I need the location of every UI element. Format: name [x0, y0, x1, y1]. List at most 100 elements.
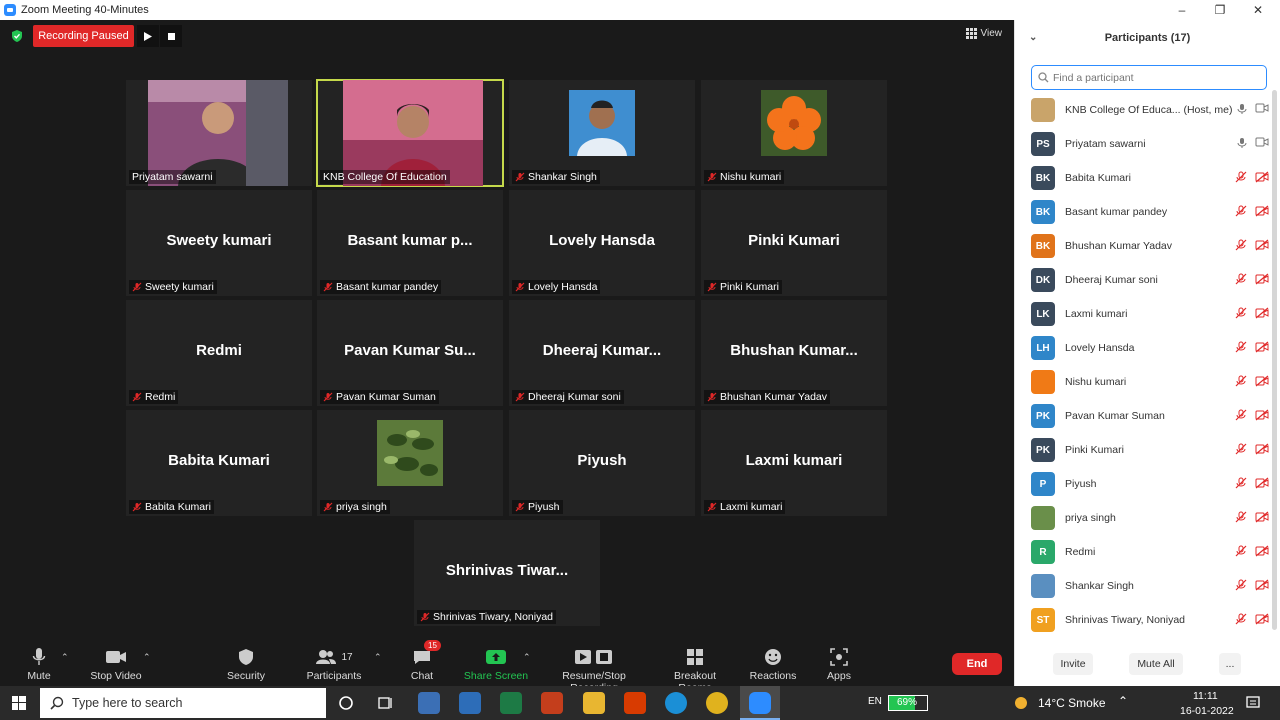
video-off-icon[interactable]: [1255, 341, 1269, 353]
video-off-icon[interactable]: [1255, 273, 1269, 285]
participant-tile[interactable]: Pinki Kumari Pinki Kumari: [701, 190, 887, 296]
cortana-icon[interactable]: [338, 695, 354, 711]
apps-button[interactable]: Apps: [822, 646, 856, 682]
participant-tile[interactable]: Sweety kumari Sweety kumari: [126, 190, 312, 296]
windows-start-icon[interactable]: [12, 696, 26, 710]
weather-text[interactable]: 14°C Smoke: [1038, 696, 1106, 710]
participants-options-caret[interactable]: ⌃: [374, 652, 382, 663]
participant-tile[interactable]: Bhushan Kumar... Bhushan Kumar Yadav: [701, 300, 887, 406]
collapse-chevron-icon[interactable]: ⌄: [1029, 32, 1037, 43]
muted-mic-icon[interactable]: [1235, 375, 1247, 387]
muted-mic-icon[interactable]: [1235, 545, 1247, 557]
reactions-button[interactable]: Reactions: [748, 646, 798, 682]
video-off-icon[interactable]: [1255, 375, 1269, 387]
participant-search-input[interactable]: [1053, 71, 1253, 84]
minimize-button[interactable]: –: [1162, 0, 1202, 20]
video-off-icon[interactable]: [1255, 579, 1269, 591]
muted-mic-icon[interactable]: [1235, 341, 1247, 353]
video-off-icon[interactable]: [1255, 545, 1269, 557]
muted-mic-icon[interactable]: [1235, 511, 1247, 523]
participant-search-box[interactable]: [1031, 65, 1267, 90]
end-meeting-button[interactable]: End: [952, 653, 1002, 675]
office-icon[interactable]: [624, 692, 646, 714]
battery-indicator[interactable]: 69%: [888, 695, 928, 711]
mute-all-button[interactable]: Mute All: [1129, 653, 1183, 675]
video-camera-icon[interactable]: [1255, 137, 1269, 147]
audio-options-caret[interactable]: ⌃: [61, 652, 69, 663]
file-explorer-icon[interactable]: [583, 692, 605, 714]
chat-button[interactable]: 15 Chat: [404, 640, 441, 682]
video-off-icon[interactable]: [1255, 443, 1269, 455]
participant-list-item[interactable]: BK Babita Kumari: [1031, 161, 1271, 195]
stop-recording-button[interactable]: [160, 25, 182, 47]
invite-button[interactable]: Invite: [1053, 653, 1093, 675]
video-options-caret[interactable]: ⌃: [143, 652, 151, 663]
participant-tile[interactable]: Lovely Hansda Lovely Hansda: [509, 190, 695, 296]
muted-mic-icon[interactable]: [1235, 409, 1247, 421]
muted-mic-icon[interactable]: [1235, 307, 1247, 319]
participant-list-item[interactable]: KNB College Of Educa... (Host, me): [1031, 93, 1271, 127]
encryption-shield-icon[interactable]: [10, 29, 24, 43]
share-options-caret[interactable]: ⌃: [523, 652, 531, 663]
store-icon[interactable]: [459, 692, 481, 714]
zoom-taskbar-button[interactable]: [740, 686, 780, 720]
video-camera-icon[interactable]: [1255, 103, 1269, 113]
video-off-icon[interactable]: [1255, 171, 1269, 183]
participant-tile[interactable]: Priyatam sawarni: [126, 80, 312, 186]
weather-icon[interactable]: [1013, 695, 1029, 711]
participant-list-item[interactable]: LH Lovely Hansda: [1031, 331, 1271, 365]
resume-recording-button[interactable]: [137, 25, 159, 47]
participant-tile[interactable]: Laxmi kumari Laxmi kumari: [701, 410, 887, 516]
video-off-icon[interactable]: [1255, 409, 1269, 421]
panel-scrollbar[interactable]: [1272, 90, 1277, 630]
muted-mic-icon[interactable]: [1235, 477, 1247, 489]
edge-icon[interactable]: [665, 692, 687, 714]
participant-list-item[interactable]: R Redmi: [1031, 535, 1271, 569]
participant-list-item[interactable]: priya singh: [1031, 501, 1271, 535]
participant-tile[interactable]: Basant kumar p... Basant kumar pandey: [317, 190, 503, 296]
notifications-icon[interactable]: [1246, 696, 1260, 710]
participant-tile[interactable]: Pavan Kumar Su... Pavan Kumar Suman: [317, 300, 503, 406]
clock-date[interactable]: 16-01-2022: [1180, 705, 1234, 717]
mute-button[interactable]: Mute: [18, 646, 60, 682]
clock-time[interactable]: 11:11: [1193, 690, 1218, 702]
muted-mic-icon[interactable]: [1235, 205, 1247, 217]
task-view-icon[interactable]: [378, 695, 394, 711]
language-indicator[interactable]: EN: [868, 696, 882, 707]
participant-tile[interactable]: Babita Kumari Babita Kumari: [126, 410, 312, 516]
video-off-icon[interactable]: [1255, 205, 1269, 217]
participant-tile[interactable]: Shankar Singh: [509, 80, 695, 186]
participant-list-item[interactable]: PK Pinki Kumari: [1031, 433, 1271, 467]
muted-mic-icon[interactable]: [1235, 579, 1247, 591]
participant-tile[interactable]: Nishu kumari: [701, 80, 887, 186]
system-tray-chevron-icon[interactable]: ⌃: [1118, 694, 1128, 708]
video-off-icon[interactable]: [1255, 307, 1269, 319]
participants-button[interactable]: 17 Participants: [302, 646, 366, 682]
chrome-icon[interactable]: [706, 692, 728, 714]
excel-icon[interactable]: [500, 692, 522, 714]
view-button[interactable]: View: [965, 28, 1002, 39]
participant-tile[interactable]: Shrinivas Tiwar... Shrinivas Tiwary, Noni…: [414, 520, 600, 626]
taskbar-search-box[interactable]: Type here to search: [40, 688, 326, 718]
video-off-icon[interactable]: [1255, 239, 1269, 251]
maximize-button[interactable]: ❐: [1200, 0, 1240, 20]
muted-mic-icon[interactable]: [1235, 273, 1247, 285]
microphone-icon[interactable]: [1237, 103, 1247, 115]
video-off-icon[interactable]: [1255, 613, 1269, 625]
participant-tile[interactable]: priya singh: [317, 410, 503, 516]
muted-mic-icon[interactable]: [1235, 171, 1247, 183]
participant-list-item[interactable]: LK Laxmi kumari: [1031, 297, 1271, 331]
muted-mic-icon[interactable]: [1235, 613, 1247, 625]
microphone-icon[interactable]: [1237, 137, 1247, 149]
participant-tile[interactable]: Dheeraj Kumar... Dheeraj Kumar soni: [509, 300, 695, 406]
participant-list-item[interactable]: Nishu kumari: [1031, 365, 1271, 399]
share-screen-button[interactable]: Share Screen: [463, 646, 529, 682]
participant-list-item[interactable]: P Piyush: [1031, 467, 1271, 501]
participant-tile[interactable]: KNB College Of Education: [316, 79, 504, 187]
video-off-icon[interactable]: [1255, 511, 1269, 523]
participant-tile[interactable]: Redmi Redmi: [126, 300, 312, 406]
security-button[interactable]: Security: [222, 646, 270, 682]
participant-list-item[interactable]: PK Pavan Kumar Suman: [1031, 399, 1271, 433]
pdf-icon[interactable]: [541, 692, 563, 714]
taskbar-app-icon[interactable]: [418, 692, 440, 714]
